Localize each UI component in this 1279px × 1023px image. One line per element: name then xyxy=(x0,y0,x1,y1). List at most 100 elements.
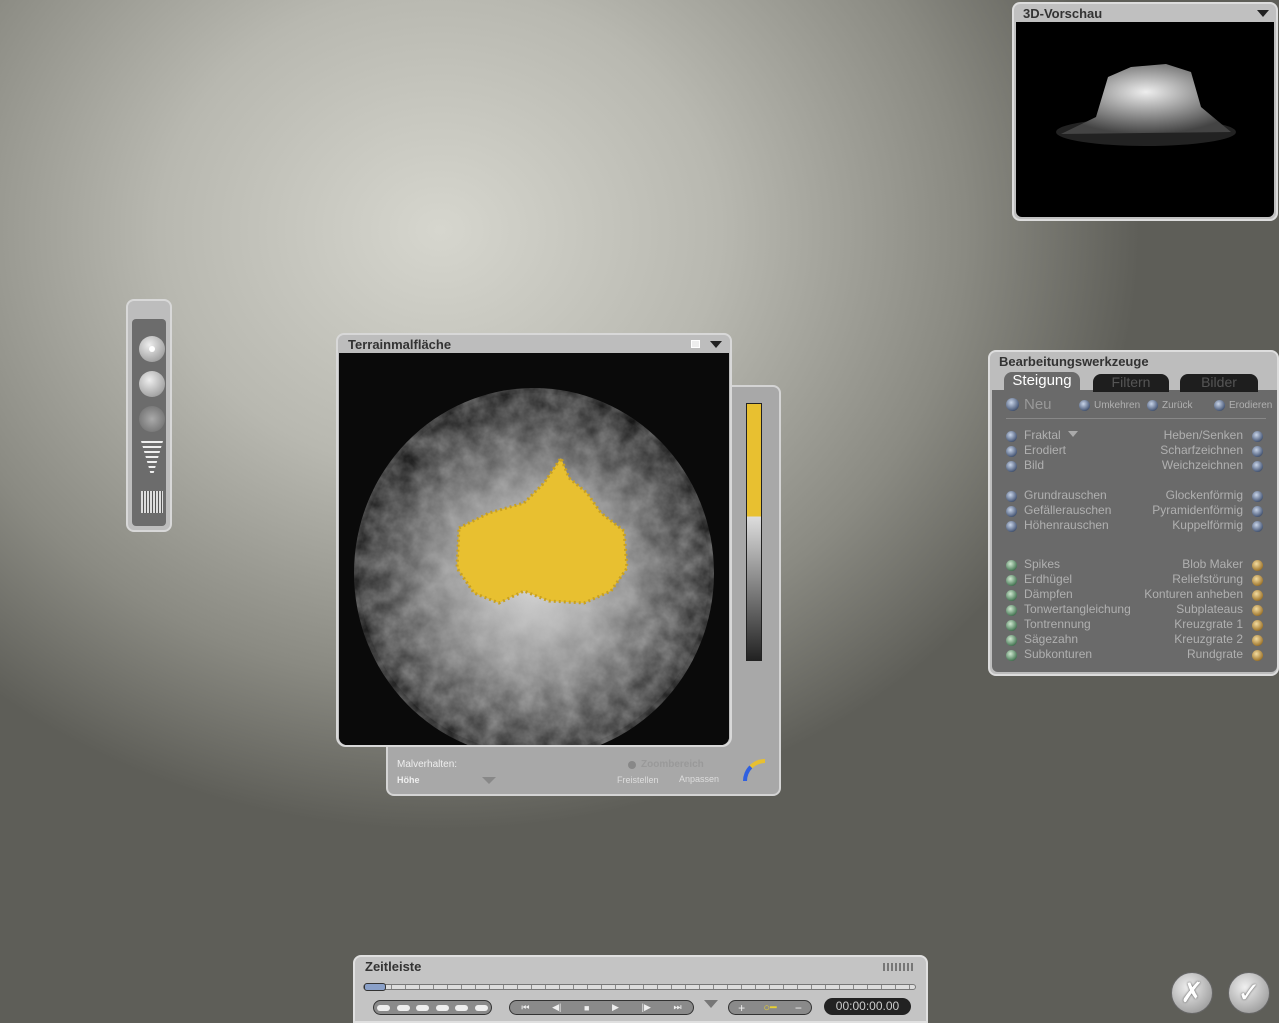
cancel-button[interactable]: ✗ xyxy=(1171,972,1213,1014)
tool-radio[interactable] xyxy=(1006,431,1017,442)
menu-triangle-icon[interactable] xyxy=(710,341,722,348)
menu-triangle-icon[interactable] xyxy=(1257,10,1269,17)
invert-icon[interactable] xyxy=(1079,400,1090,411)
key-icon[interactable]: ○━ xyxy=(763,1001,776,1014)
tool-item[interactable]: Reliefstörung xyxy=(1172,572,1243,586)
fit-button[interactable]: Anpassen xyxy=(679,774,719,784)
tab-filtern[interactable]: Filtern xyxy=(1093,374,1169,392)
tool-radio[interactable] xyxy=(1006,446,1017,457)
add-key-button[interactable]: + xyxy=(738,1001,745,1015)
tool-item[interactable]: Rundgrate xyxy=(1187,647,1243,661)
tool-radio[interactable] xyxy=(1252,650,1263,661)
grid-icon[interactable] xyxy=(141,491,163,513)
tool-item[interactable]: Kuppelförmig xyxy=(1172,518,1243,532)
memory-dots[interactable] xyxy=(373,1000,492,1015)
new-button[interactable]: Neu xyxy=(1024,396,1052,413)
tool-item[interactable]: Pyramidenförmig xyxy=(1152,503,1243,517)
tool-radio[interactable] xyxy=(1006,491,1017,502)
tool-item[interactable]: Bild xyxy=(1024,458,1044,472)
tool-item[interactable]: Sägezahn xyxy=(1024,632,1078,646)
tab-steigung[interactable]: Steigung xyxy=(1004,372,1080,392)
brush-softness-icon[interactable] xyxy=(139,371,165,397)
tool-radio[interactable] xyxy=(1252,446,1263,457)
tool-item[interactable]: Kreuzgrate 1 xyxy=(1174,617,1243,631)
chevron-down-icon[interactable] xyxy=(482,777,496,784)
tool-item[interactable]: Tontrennung xyxy=(1024,617,1091,631)
tool-radio[interactable] xyxy=(1252,575,1263,586)
time-display: 00:00:00.00 xyxy=(824,998,911,1015)
brush-size-icon[interactable] xyxy=(139,336,165,362)
tool-radio[interactable] xyxy=(1006,605,1017,616)
color-picker-icon[interactable] xyxy=(743,759,765,781)
height-gradient-bar[interactable] xyxy=(746,403,762,661)
tool-radio[interactable] xyxy=(1252,461,1263,472)
new-button-icon[interactable] xyxy=(1006,398,1019,411)
undo-icon[interactable] xyxy=(1147,400,1158,411)
crop-button[interactable]: Freistellen xyxy=(617,775,659,785)
zoom-radio[interactable] xyxy=(628,761,636,769)
tool-radio[interactable] xyxy=(1252,590,1263,601)
options-triangle-icon[interactable] xyxy=(704,1000,718,1008)
tool-radio[interactable] xyxy=(1252,521,1263,532)
timeline-scrubber[interactable] xyxy=(363,984,916,990)
tool-item[interactable]: Blob Maker xyxy=(1182,557,1243,571)
first-frame-button[interactable]: ⏮ xyxy=(521,1002,529,1013)
tool-radio[interactable] xyxy=(1006,506,1017,517)
play-button[interactable]: ▶ xyxy=(612,1002,619,1013)
tool-radio[interactable] xyxy=(1006,590,1017,601)
tool-item[interactable]: Erdhügel xyxy=(1024,572,1072,586)
paint-mode-select[interactable]: Höhe xyxy=(397,775,420,785)
tool-item[interactable]: Weichzeichnen xyxy=(1162,458,1243,472)
tool-radio[interactable] xyxy=(1006,635,1017,646)
tool-item[interactable]: Tonwertangleichung xyxy=(1024,602,1131,616)
brush-flow-icon[interactable] xyxy=(139,406,165,432)
tool-radio[interactable] xyxy=(1006,461,1017,472)
tool-radio[interactable] xyxy=(1006,620,1017,631)
tool-item[interactable]: Subplateaus xyxy=(1176,602,1243,616)
signal-icon xyxy=(883,963,913,971)
tool-radio[interactable] xyxy=(1006,575,1017,586)
tab-bilder[interactable]: Bilder xyxy=(1180,374,1258,392)
tool-radio[interactable] xyxy=(1252,560,1263,571)
preview-viewport[interactable] xyxy=(1016,22,1274,217)
next-frame-button[interactable]: |▶ xyxy=(642,1002,651,1013)
undo-button[interactable]: Zurück xyxy=(1162,400,1193,411)
tool-radio[interactable] xyxy=(1252,491,1263,502)
erode-icon[interactable] xyxy=(1214,400,1225,411)
tool-radio[interactable] xyxy=(1252,506,1263,517)
tool-item[interactable]: Dämpfen xyxy=(1024,587,1073,601)
tool-radio[interactable] xyxy=(1252,605,1263,616)
tool-item[interactable]: Grundrauschen xyxy=(1024,488,1107,502)
tool-radio[interactable] xyxy=(1252,635,1263,646)
tool-item[interactable]: Kreuzgrate 2 xyxy=(1174,632,1243,646)
tool-item[interactable]: Erodiert xyxy=(1024,443,1066,457)
tool-item[interactable]: Spikes xyxy=(1024,557,1060,571)
tool-radio[interactable] xyxy=(1006,650,1017,661)
tool-item[interactable]: Subkonturen xyxy=(1024,647,1092,661)
tool-radio[interactable] xyxy=(1252,620,1263,631)
scrubber-handle[interactable] xyxy=(364,983,386,991)
ok-button[interactable]: ✓ xyxy=(1228,972,1270,1014)
tool-radio[interactable] xyxy=(1252,431,1263,442)
tool-item[interactable]: Höhenrauschen xyxy=(1024,518,1109,532)
window-icon[interactable] xyxy=(691,340,700,348)
last-frame-button[interactable]: ⏭ xyxy=(674,1002,682,1013)
panel-title: Bearbeitungswerkzeuge xyxy=(999,354,1149,369)
brush-level-icon[interactable] xyxy=(141,441,163,475)
terrain-canvas[interactable] xyxy=(339,353,729,745)
erode-button[interactable]: Erodieren xyxy=(1229,400,1272,411)
invert-button[interactable]: Umkehren xyxy=(1094,400,1140,411)
tool-item[interactable]: Heben/Senken xyxy=(1164,428,1243,442)
zoom-label: Zoombereich xyxy=(641,759,704,770)
prev-frame-button[interactable]: ◀| xyxy=(552,1002,561,1013)
stop-button[interactable]: ■ xyxy=(584,1003,589,1013)
tool-item[interactable]: Konturen anheben xyxy=(1144,587,1243,601)
remove-key-button[interactable]: − xyxy=(795,1001,802,1015)
tool-item[interactable]: Gefällerauschen xyxy=(1024,503,1111,517)
tool-item[interactable]: Fraktal xyxy=(1024,428,1061,442)
tool-radio[interactable] xyxy=(1006,521,1017,532)
tool-item[interactable]: Scharfzeichnen xyxy=(1160,443,1243,457)
tool-item[interactable]: Glockenförmig xyxy=(1166,488,1243,502)
fractal-dropdown-icon[interactable] xyxy=(1068,431,1078,437)
tool-radio[interactable] xyxy=(1006,560,1017,571)
